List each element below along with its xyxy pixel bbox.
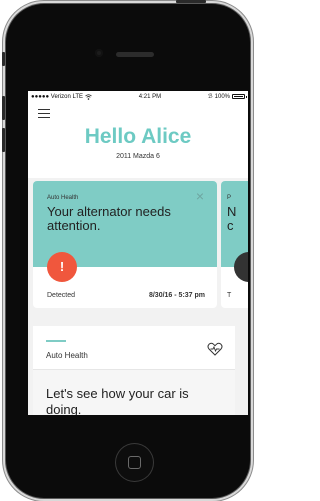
alert-card-kicker: Auto Health (47, 195, 79, 201)
panel-title: Auto Health (46, 351, 88, 360)
power-button (176, 0, 206, 3)
alert-icon: ! (47, 252, 77, 282)
speaker-grille (116, 52, 154, 57)
bluetooth-icon: ℬ (207, 94, 213, 100)
next-card-footer: T (227, 292, 232, 299)
hamburger-menu-icon[interactable] (38, 109, 50, 118)
panel-message-area: Let's see how your car is doing. (33, 370, 235, 415)
auto-health-panel[interactable]: Auto Health Let's see how your car is do… (33, 326, 235, 415)
battery-icon (232, 94, 247, 99)
wifi-icon (85, 93, 92, 100)
status-time: 4:21 PM (138, 93, 162, 100)
alert-card[interactable]: Auto Health × Your alternator needs atte… (33, 181, 217, 308)
volume-up-button (2, 96, 5, 120)
detected-date: 8/30/16 - 5:37 pm (148, 292, 205, 299)
carrier-label: ●●●●● Verizon LTE (31, 93, 84, 100)
next-card-line-2: c (227, 218, 234, 233)
close-icon[interactable]: × (196, 189, 204, 203)
next-card-kicker: P (227, 195, 232, 201)
camera-icon (95, 49, 103, 57)
next-card-line-1: N (227, 204, 237, 219)
app-header: Hello Alice 2011 Mazda 6 (28, 102, 248, 178)
car-model: 2011 Mazda 6 (116, 153, 160, 160)
panel-accent-line (46, 340, 66, 342)
mute-switch (2, 52, 5, 66)
app-screen: ●●●●● Verizon LTE 4:21 PM ℬ 100% Hello A… (28, 91, 248, 415)
heart-pulse-icon (207, 342, 223, 356)
volume-down-button (2, 128, 5, 152)
detected-label: Detected (47, 292, 76, 299)
next-card-message: Nc (227, 205, 236, 233)
panel-message: Let's see how your car is doing. (46, 386, 189, 415)
battery-percent: 100% (214, 93, 230, 100)
status-bar: ●●●●● Verizon LTE 4:21 PM ℬ 100% (28, 91, 248, 102)
next-card[interactable]: P Nc T (221, 181, 248, 308)
home-button[interactable] (116, 444, 153, 481)
home-button-icon (128, 456, 141, 469)
alert-card-message: Your alternator needs attention. (47, 204, 171, 233)
greeting-title: Hello Alice (84, 125, 192, 148)
alert-card-footer: Detected 8/30/16 - 5:37 pm (47, 292, 205, 299)
